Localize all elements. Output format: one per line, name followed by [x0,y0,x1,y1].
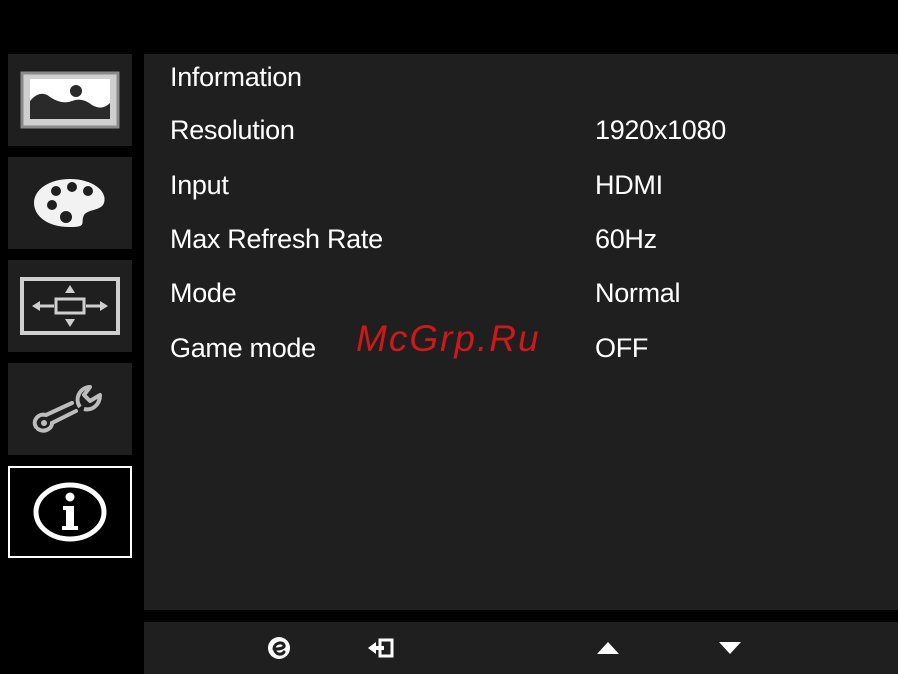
sidebar-item-osd[interactable] [8,260,132,352]
sidebar-item-information[interactable] [8,466,132,558]
osd-position-icon [20,277,120,335]
down-button[interactable] [712,630,748,666]
max-refresh-rate-value: 60Hz [595,224,657,254]
e-key-button[interactable] [261,630,297,666]
sidebar-item-setup[interactable] [8,363,132,455]
wrench-icon [32,385,102,433]
max-refresh-rate-label: Max Refresh Rate [170,224,383,254]
exit-icon [368,638,394,658]
arrow-up-icon [597,642,619,654]
up-button[interactable] [590,630,626,666]
arrow-down-icon [719,642,741,654]
bottom-button-bar [144,622,898,674]
sidebar-item-picture[interactable] [8,54,132,146]
mode-label: Mode [170,278,237,308]
input-label: Input [170,170,229,200]
panel-title: Information [170,62,302,92]
sidebar-item-color[interactable] [8,157,132,249]
resolution-label: Resolution [170,115,295,145]
input-value: HDMI [595,170,663,200]
info-icon [33,482,107,542]
palette-icon [34,179,105,227]
game-mode-value: OFF [595,333,649,363]
game-mode-label: Game mode [170,333,316,363]
e-key-icon [268,637,290,659]
mode-value: Normal [595,278,681,308]
watermark: McGrp.Ru [356,318,541,359]
picture-icon [20,71,120,129]
exit-button[interactable] [363,630,399,666]
resolution-value: 1920x1080 [595,115,726,145]
